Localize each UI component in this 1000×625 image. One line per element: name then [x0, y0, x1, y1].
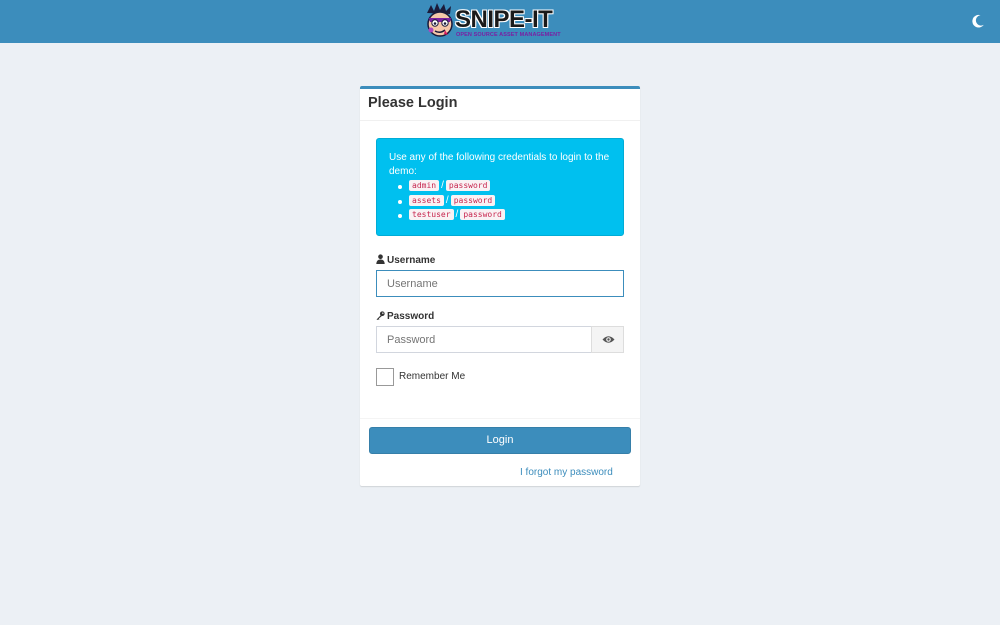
login-card: Please Login Use any of the following cr… [360, 86, 640, 486]
demo-alert-intro: Use any of the following credentials to … [389, 152, 610, 177]
remember-me-label[interactable]: Remember Me [399, 371, 465, 382]
login-button[interactable]: Login [369, 427, 631, 454]
password-label-text: Password [387, 311, 435, 322]
credential-item: admin / password [398, 179, 613, 194]
credential-separator: / [445, 194, 449, 206]
show-password-button[interactable] [591, 326, 624, 353]
credential-password: password [450, 194, 496, 206]
brand-logo[interactable]: SNIPE-IT OPEN SOURCE ASSET MANAGEMENT [423, 3, 568, 41]
credential-username: testuser [409, 209, 454, 220]
remember-me-checkbox[interactable] [376, 368, 394, 386]
username-label-text: Username [387, 255, 436, 266]
credential-username: admin [409, 180, 440, 191]
credentials-list: admin / password assets / password testuser /… [389, 179, 613, 223]
page-title: Please Login [368, 95, 458, 111]
brand-title: SNIPE-IT [455, 6, 553, 33]
moon-icon [972, 14, 984, 28]
credential-item: assets / password [398, 194, 613, 209]
key-icon [376, 311, 385, 320]
username-input[interactable] [376, 270, 624, 297]
credential-username: assets [409, 194, 444, 206]
credential-separator: / [441, 180, 444, 191]
card-header: Please Login [360, 89, 640, 121]
user-icon [376, 254, 385, 264]
credential-item: testuser / password [398, 208, 613, 223]
brand-subtitle: OPEN SOURCE ASSET MANAGEMENT [456, 32, 561, 38]
theme-toggle-button[interactable] [969, 12, 987, 30]
mascot-icon [427, 3, 453, 37]
credential-separator: / [455, 209, 459, 220]
demo-credentials-alert: Use any of the following credentials to … [376, 138, 624, 236]
eye-icon [602, 336, 615, 343]
credential-password: password [445, 180, 491, 191]
password-label: Password [376, 311, 434, 322]
username-label: Username [376, 254, 435, 266]
forgot-password-link[interactable]: I forgot my password [520, 467, 613, 478]
top-navbar: SNIPE-IT OPEN SOURCE ASSET MANAGEMENT [0, 0, 1000, 43]
password-input[interactable] [376, 326, 592, 353]
credential-password: password [460, 209, 505, 220]
card-footer-divider [360, 418, 640, 419]
